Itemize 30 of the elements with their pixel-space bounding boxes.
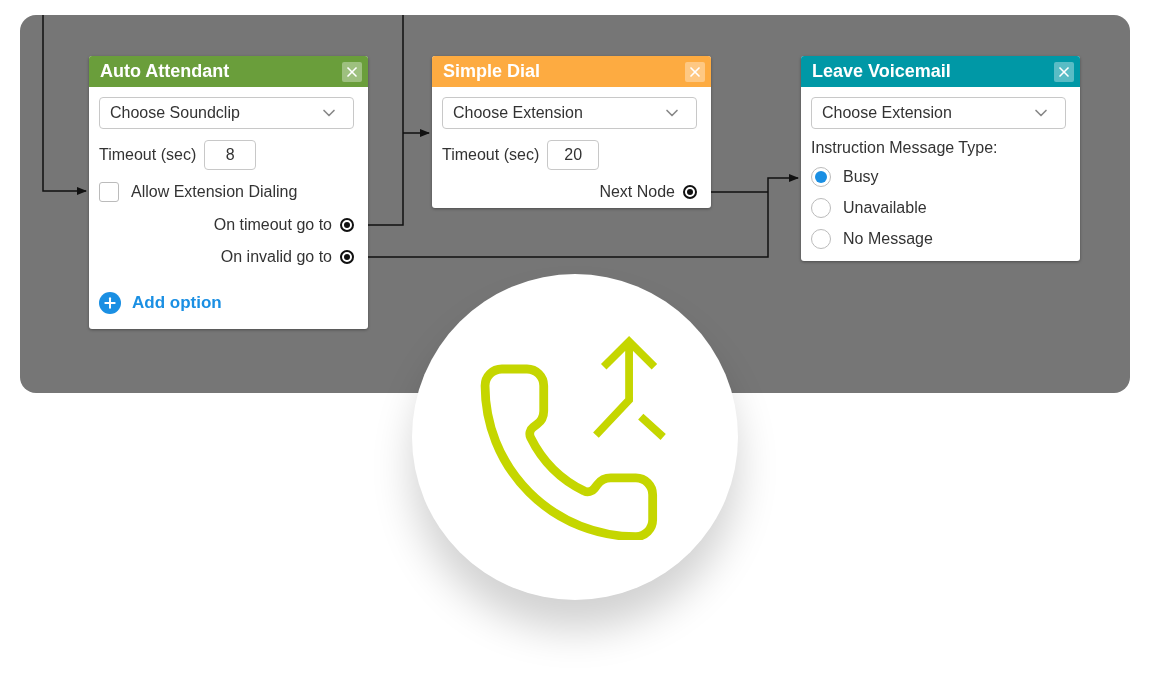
select-field[interactable]: Choose Extension [811, 97, 1066, 129]
field-label: Instruction Message Type: [811, 139, 998, 157]
output-label: Next Node [599, 183, 675, 201]
input-field[interactable]: 20 [547, 140, 600, 170]
node-title: Leave Voicemail [812, 61, 951, 82]
select-field[interactable]: Choose Extension [442, 97, 697, 129]
close-button[interactable] [342, 61, 362, 82]
connector-arrow [402, 129, 430, 137]
radio-label: No Message [843, 230, 933, 248]
close-button[interactable] [1054, 61, 1074, 82]
select-field[interactable]: Choose Soundclip [99, 97, 354, 129]
node-title: Auto Attendant [100, 61, 230, 82]
field-label: Timeout (sec) [99, 146, 197, 164]
port-icon[interactable] [340, 250, 354, 264]
checkbox-label: Allow Extension Dialing [131, 183, 298, 201]
output-label: On timeout go to [213, 216, 332, 234]
radio-label: Busy [843, 168, 879, 186]
radio-button[interactable] [811, 198, 831, 218]
output-label: On invalid go to [220, 248, 332, 266]
input-field[interactable]: 8 [204, 140, 257, 170]
field-label: Timeout (sec) [442, 146, 540, 164]
radio-label: Unavailable [843, 199, 927, 217]
port-icon[interactable] [340, 218, 354, 232]
plus-icon [99, 292, 121, 314]
close-button[interactable] [685, 61, 705, 82]
radio-button[interactable] [811, 167, 831, 187]
radio-button[interactable] [811, 229, 831, 249]
checkbox[interactable] [99, 182, 119, 202]
port-icon[interactable] [683, 185, 697, 199]
node-title: Simple Dial [443, 61, 541, 82]
